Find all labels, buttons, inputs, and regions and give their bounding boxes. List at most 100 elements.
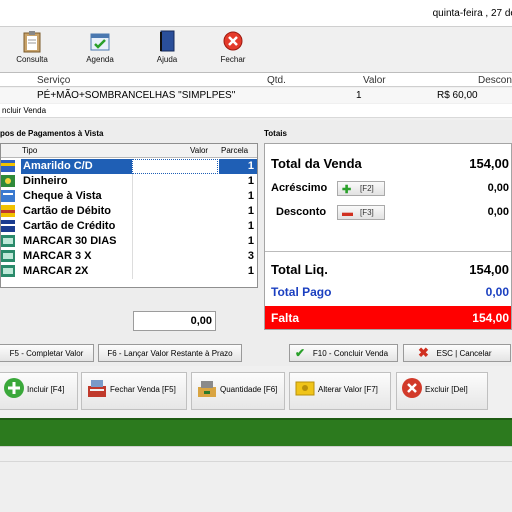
plus-icon: ✚ (342, 184, 352, 196)
total-venda-label: Total da Venda (271, 156, 362, 171)
dialog-title: ncluir Venda (0, 104, 512, 118)
payment-parcela: 1 (247, 160, 254, 172)
cancelar-label: ESC | Cancelar (436, 349, 492, 358)
service-qtd: 1 (356, 90, 362, 101)
minus-icon: ▬ (342, 207, 353, 219)
check-icon: ✔ (295, 346, 306, 360)
total-venda-value: 154,00 (469, 156, 509, 171)
payment-parcela: 1 (247, 220, 254, 232)
payment-value-cell[interactable] (132, 249, 218, 264)
payment-type-label: MARCAR 2X (23, 265, 89, 277)
table-row[interactable]: PÉ+MÃO+SOMBRANCELHAS "SIMPLPES" 1 R$ 60,… (0, 88, 512, 103)
agenda-button[interactable]: Agenda (77, 29, 123, 64)
calendar-icon (90, 33, 110, 51)
totals-panel: Total da Venda 154,00 Acréscimo ✚ [F2] 0… (264, 143, 512, 330)
total-pago-value: 0,00 (485, 285, 509, 299)
payment-value-cell[interactable] (132, 234, 218, 249)
cancelar-button[interactable]: ✖ ESC | Cancelar (403, 344, 511, 362)
acrescimo-value: 0,00 (487, 182, 509, 194)
money-icon (295, 381, 315, 396)
list-item[interactable]: MARCAR 30 DIAS 1 (1, 234, 257, 249)
payment-value-cell[interactable] (132, 219, 218, 234)
payment-value-cell[interactable] (132, 159, 218, 174)
payment-value-cell[interactable] (132, 189, 218, 204)
alterar-valor-button[interactable]: Alterar Valor [F7] (289, 372, 391, 410)
list-item[interactable]: MARCAR 2X 1 (1, 264, 257, 279)
acrescimo-key: [F2] (360, 184, 374, 193)
payment-type-label: Dinheiro (23, 175, 68, 187)
desconto-label: Desconto (276, 206, 327, 218)
total-bar (0, 418, 512, 446)
col-parcela: Parcela (221, 146, 249, 155)
falta-bar: Falta 154,00 (265, 306, 511, 329)
payment-value-cell[interactable] (132, 204, 218, 219)
col-tipo: Tipo (22, 146, 38, 155)
ajuda-button[interactable]: Ajuda (144, 29, 190, 64)
cheque-icon (1, 190, 15, 202)
completar-valor-button[interactable]: F5 - Completar Valor (0, 344, 94, 362)
list-item[interactable]: Cartão de Débito 1 (1, 204, 257, 219)
agenda-label: Agenda (86, 55, 114, 64)
payment-value-cell[interactable] (132, 264, 218, 279)
excluir-label: Excluir [Del] (425, 385, 468, 394)
consulta-label: Consulta (16, 55, 48, 64)
incluir-label: Incluir [F4] (27, 385, 65, 394)
payment-parcela: 1 (247, 235, 254, 247)
payment-type-label: Cartão de Débito (23, 205, 112, 217)
col-servico: Serviço (37, 75, 71, 86)
total-liq-value: 154,00 (469, 262, 509, 277)
list-item[interactable]: Cartão de Crédito 1 (1, 219, 257, 234)
col-qtd: Qtd. (267, 75, 286, 86)
cash-register-icon (88, 380, 106, 397)
payment-types-grid[interactable]: Tipo Valor Parcela Amarildo C/D 1 Dinhei… (0, 143, 258, 288)
action-bar: Incluir [F4] Fechar Venda [F5] Quantidad… (0, 368, 512, 416)
status-bar (0, 446, 512, 512)
payment-total-field: 0,00 (133, 311, 216, 331)
title-bar: quinta-feira , 27 de (0, 0, 512, 27)
col-valor-pay: Valor (190, 146, 209, 155)
list-item[interactable]: Amarildo C/D 1 (1, 159, 257, 174)
acrescimo-button[interactable]: ✚ [F2] (337, 181, 385, 196)
desconto-button[interactable]: ▬ [F3] (337, 205, 385, 220)
service-name: PÉ+MÃO+SOMBRANCELHAS "SIMPLPES" (37, 90, 236, 101)
concluir-venda-button[interactable]: ✔ F10 - Concluir Venda (289, 344, 398, 362)
lancar-prazo-button[interactable]: F6 - Lançar Valor Restante à Prazo (98, 344, 242, 362)
payment-type-label: MARCAR 30 DIAS (23, 235, 117, 247)
totals-section-title: Totais (264, 129, 287, 138)
incluir-button[interactable]: Incluir [F4] (0, 372, 78, 410)
payment-value-cell[interactable] (132, 174, 218, 189)
service-valor: R$ 60,00 (437, 90, 478, 101)
credit-card-icon (1, 220, 15, 232)
desconto-value: 0,00 (487, 206, 509, 218)
delete-icon (402, 378, 422, 398)
fechar-button[interactable]: Fechar (210, 29, 256, 64)
quantidade-button[interactable]: Quantidade [F6] (191, 372, 285, 410)
falta-label: Falta (271, 311, 300, 325)
services-table-header: Serviço Qtd. Valor Descont (0, 72, 512, 87)
list-item[interactable]: Dinheiro 1 (1, 174, 257, 189)
desconto-key: [F3] (360, 208, 374, 217)
payment-type-label: MARCAR 3 X (23, 250, 92, 262)
consulta-button[interactable]: Consulta (9, 29, 55, 64)
fechar-label: Fechar (220, 55, 246, 64)
total-liq-label: Total Liq. (271, 262, 328, 277)
fechar-venda-label: Fechar Venda [F5] (110, 385, 176, 394)
book-icon (160, 30, 175, 52)
list-item[interactable]: Cheque à Vista 1 (1, 189, 257, 204)
col-valor: Valor (363, 75, 386, 86)
fechar-venda-button[interactable]: Fechar Venda [F5] (81, 372, 187, 410)
payment-type-label: Cartão de Crédito (23, 220, 116, 232)
payment-parcela: 3 (247, 250, 254, 262)
cash-icon (1, 175, 15, 187)
total-pago-label: Total Pago (271, 285, 332, 299)
calendar-mark-icon (1, 250, 15, 262)
clipboard-icon (23, 31, 41, 53)
payment-type-label: Amarildo C/D (23, 160, 93, 172)
quantidade-label: Quantidade [F6] (220, 385, 278, 394)
calendar-mark-icon (1, 235, 15, 247)
excluir-button[interactable]: Excluir [Del] (396, 372, 488, 410)
payment-parcela: 1 (247, 205, 254, 217)
list-item[interactable]: MARCAR 3 X 3 (1, 249, 257, 264)
close-icon (223, 31, 243, 51)
debit-card-icon (1, 205, 15, 217)
